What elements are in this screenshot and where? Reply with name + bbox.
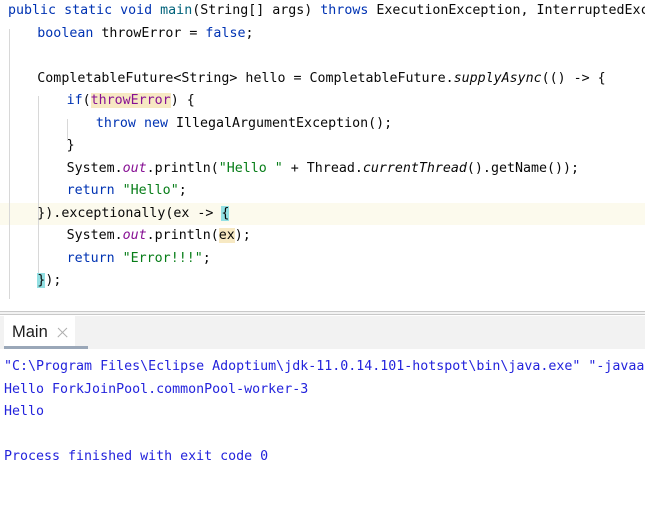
- code-token: throw: [95, 115, 136, 131]
- console-output-line: Hello: [4, 404, 45, 419]
- code-token: boolean: [37, 25, 94, 41]
- code-token: return: [66, 183, 115, 198]
- code-token: ;: [202, 250, 211, 266]
- code-line-text: });: [0, 270, 645, 293]
- code-token-highlighted: ex: [218, 228, 235, 243]
- console-output[interactable]: "C:\Program Files\Eclipse Adoptium\jdk-1…: [0, 349, 645, 507]
- console-output-line: "C:\Program Files\Eclipse Adoptium\jdk-1…: [4, 359, 645, 374]
- code-token: (: [82, 93, 91, 108]
- code-token: public: [8, 3, 57, 18]
- code-token: "Hello ": [218, 160, 283, 176]
- code-token: supplyAsync: [453, 70, 542, 86]
- code-editor[interactable]: public static void main(String[] args) t…: [0, 0, 645, 311]
- code-token: (String[] args): [192, 3, 321, 18]
- code-token: ExecutionException, InterruptedException…: [376, 3, 645, 18]
- code-line-text: if(throwError) {: [0, 90, 645, 113]
- code-line-text: return "Hello";: [0, 180, 645, 203]
- code-token: out: [122, 160, 147, 176]
- code-token: main: [160, 3, 193, 18]
- code-line[interactable]: System.out.println(ex);: [0, 225, 645, 248]
- code-token: return: [66, 250, 115, 266]
- code-line[interactable]: return "Hello";: [0, 180, 645, 203]
- code-line[interactable]: CompletableFuture<String> hello = Comple…: [0, 68, 645, 91]
- code-line[interactable]: });: [0, 270, 645, 293]
- code-token: ().getName());: [466, 160, 579, 176]
- code-line-text: boolean throwError = false;: [0, 23, 645, 46]
- console-tab-bar: Main: [0, 316, 645, 349]
- code-line[interactable]: boolean throwError = false;: [0, 23, 645, 46]
- code-line-text: }).exceptionally(ex -> {: [0, 203, 645, 226]
- code-line-text: throw new IllegalArgumentException();: [0, 113, 645, 136]
- code-token: ;: [178, 183, 187, 198]
- console-output-line: Hello ForkJoinPool.commonPool-worker-3: [4, 381, 309, 397]
- code-line-text: return "Error!!!";: [0, 248, 645, 271]
- code-line-text: public static void main(String[] args) t…: [0, 0, 645, 23]
- code-token: IllegalArgumentException();: [167, 115, 393, 131]
- code-token: false: [205, 25, 246, 41]
- run-console-panel: Main "C:\Program Files\Eclipse Adoptium\…: [0, 316, 645, 507]
- code-line[interactable]: throw new IllegalArgumentException();: [0, 113, 645, 136]
- console-output-line: Process finished with exit code 0: [4, 449, 269, 464]
- code-token: "Error!!!": [122, 250, 203, 266]
- tab-main[interactable]: Main: [4, 316, 75, 349]
- code-token: ;: [245, 25, 254, 41]
- code-line-text: }: [0, 135, 645, 158]
- code-token-highlighted: {: [221, 205, 230, 221]
- code-line-text: CompletableFuture<String> hello = Comple…: [0, 68, 645, 91]
- code-token: );: [234, 228, 251, 243]
- code-line[interactable]: if(throwError) {: [0, 90, 645, 113]
- code-token: }).exceptionally(ex ->: [37, 205, 222, 221]
- tab-main-label: Main: [12, 323, 48, 341]
- code-line[interactable]: return "Error!!!";: [0, 248, 645, 271]
- code-line-text: System.out.println(ex);: [0, 225, 645, 248]
- code-token: currentThread: [362, 160, 467, 176]
- code-line-text: System.out.println("Hello " + Thread.cur…: [0, 158, 645, 181]
- code-token: System.: [66, 160, 123, 176]
- code-token: "Hello": [122, 183, 179, 198]
- code-line[interactable]: }: [0, 135, 645, 158]
- code-token: .println(: [146, 160, 219, 176]
- code-token: void: [120, 3, 153, 18]
- code-token: (() -> {: [541, 70, 606, 86]
- code-token: out: [122, 228, 147, 243]
- code-line[interactable]: }).exceptionally(ex -> {: [0, 202, 645, 226]
- code-token: );: [45, 273, 62, 288]
- code-token: new: [143, 115, 168, 131]
- panel-splitter[interactable]: [0, 311, 645, 315]
- code-line[interactable]: System.out.println("Hello " + Thread.cur…: [0, 158, 645, 181]
- code-token: CompletableFuture<String> hello = Comple…: [37, 70, 454, 86]
- code-token-highlighted: throwError: [90, 93, 171, 108]
- code-token: if: [66, 93, 83, 108]
- code-token: ) {: [170, 93, 195, 108]
- close-icon[interactable]: [56, 326, 69, 339]
- code-token: .println(: [146, 228, 219, 243]
- code-token: throws: [320, 3, 369, 18]
- code-line[interactable]: public static void main(String[] args) t…: [0, 0, 645, 23]
- code-token: static: [64, 3, 113, 18]
- code-token: + Thread.: [282, 160, 363, 176]
- code-token: }: [66, 138, 75, 153]
- code-line[interactable]: [0, 45, 645, 68]
- code-lines-container[interactable]: public static void main(String[] args) t…: [0, 0, 645, 293]
- code-token: throwError =: [93, 25, 206, 41]
- code-token: System.: [66, 228, 123, 243]
